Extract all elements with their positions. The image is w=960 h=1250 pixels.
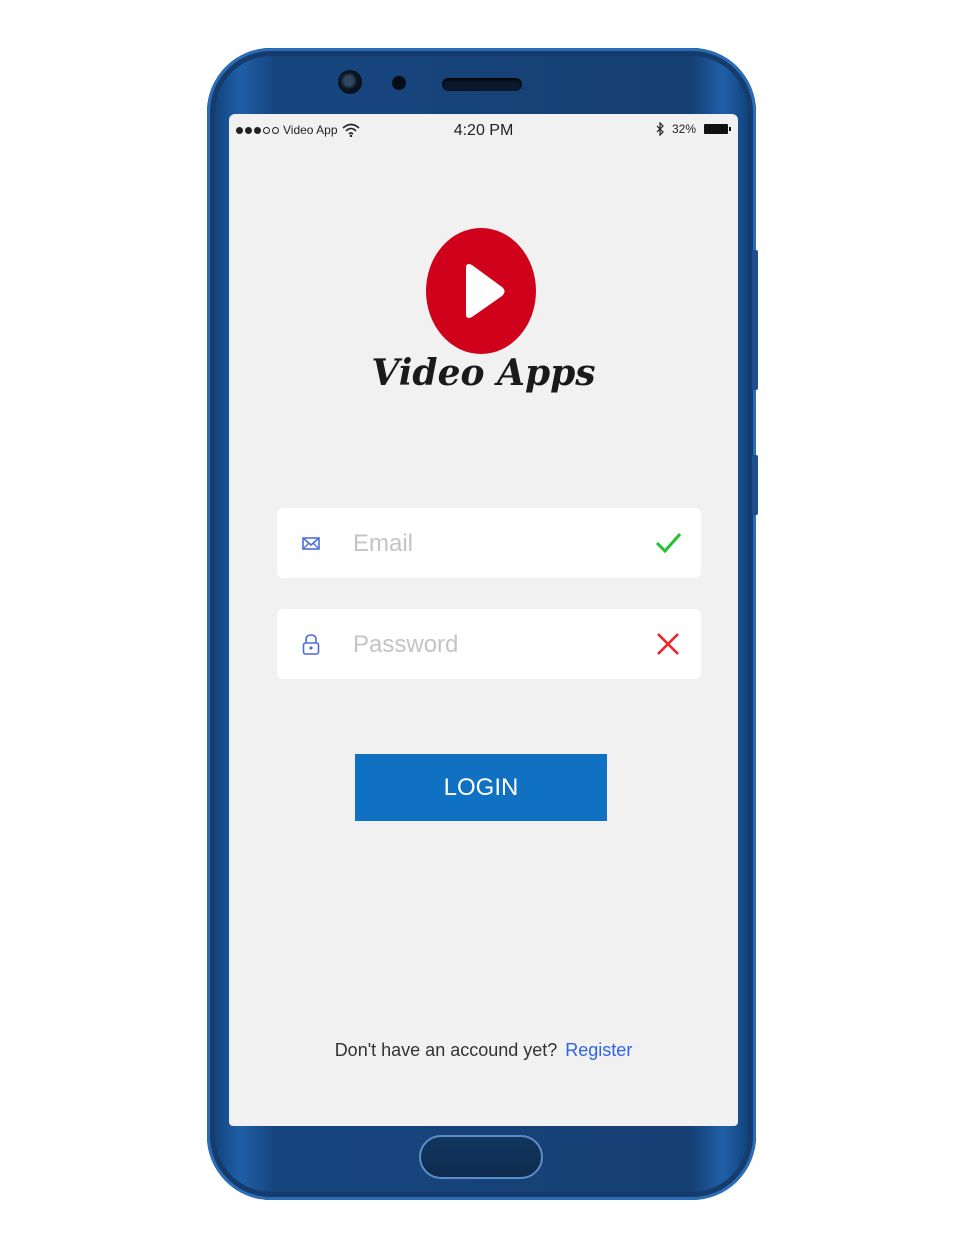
register-prompt: Don't have an accound yet? Register (229, 1040, 738, 1061)
volume-button (752, 250, 758, 390)
email-field (277, 508, 701, 578)
login-button[interactable]: LOGIN (355, 754, 607, 821)
battery-percent: 32% (671, 122, 696, 136)
play-icon (466, 264, 505, 318)
phone-screen: Video App 4:20 PM 32% Video Apps Email L… (229, 114, 738, 1126)
battery-icon (704, 124, 731, 134)
app-title: Video Apps (371, 352, 596, 394)
lock-icon (302, 634, 320, 655)
proximity-sensor (392, 76, 406, 90)
front-camera (338, 70, 362, 94)
home-button[interactable] (419, 1135, 543, 1179)
register-prompt-text: Don't have an accound yet? (334, 1040, 558, 1060)
power-button (752, 455, 758, 515)
mail-icon (302, 537, 320, 550)
email-input[interactable] (351, 522, 635, 566)
bluetooth-icon (656, 122, 664, 136)
status-bar-right: 32% (656, 122, 731, 136)
check-icon (655, 533, 682, 554)
cross-icon (657, 633, 679, 655)
app-logo (426, 228, 536, 354)
register-link[interactable]: Register (565, 1040, 632, 1060)
status-bar: Video App 4:20 PM 32% (229, 114, 738, 148)
password-input[interactable] (351, 623, 635, 667)
password-field (277, 609, 701, 679)
earpiece-speaker (442, 78, 522, 91)
